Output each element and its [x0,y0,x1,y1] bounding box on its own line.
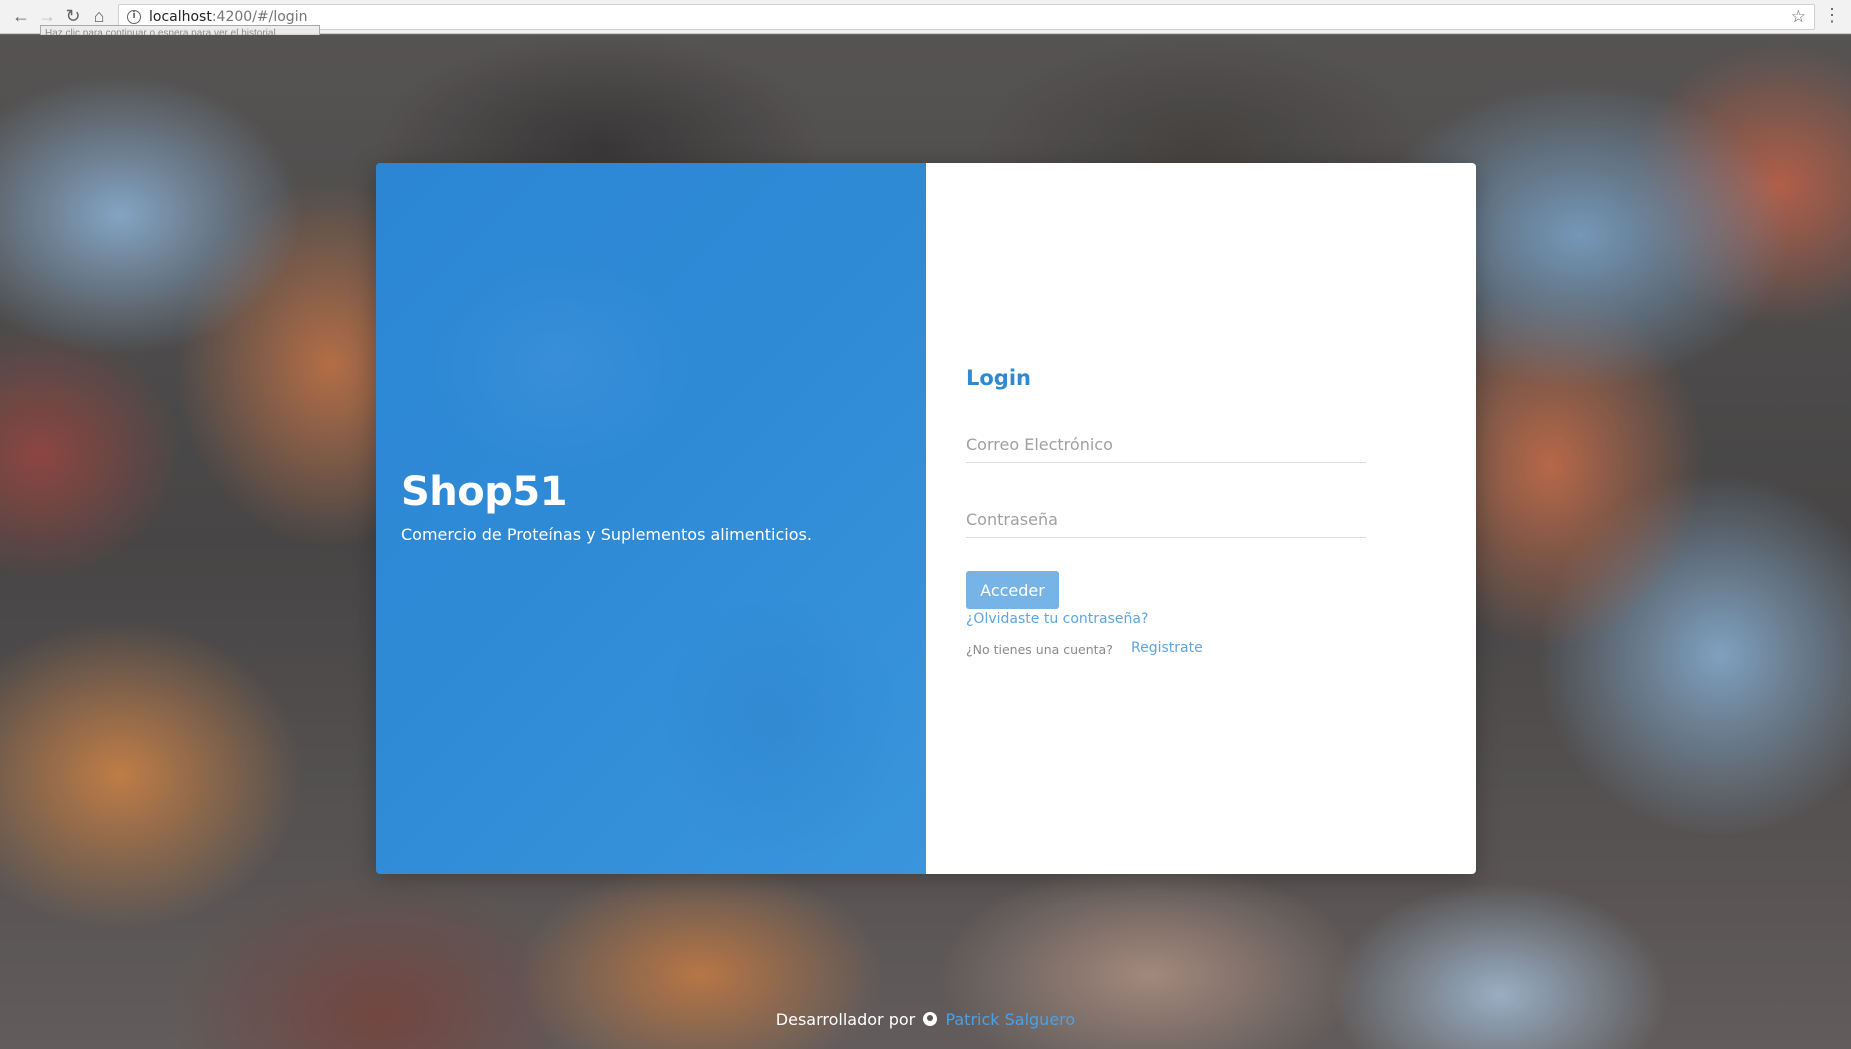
login-card: Shop51 Comercio de Proteínas y Suplement… [376,163,1476,874]
brand-panel: Shop51 Comercio de Proteínas y Suplement… [376,163,926,874]
password-field[interactable] [966,502,1366,538]
login-button[interactable]: Acceder [966,571,1059,609]
author-link[interactable]: Patrick Salguero [945,1010,1075,1029]
github-icon [923,1012,938,1026]
footer: Desarrollador por Patrick Salguero [0,1010,1851,1029]
address-bar[interactable]: i localhost:4200/#/login ☆ [118,4,1815,30]
forgot-password-link[interactable]: ¿Olvidaste tu contraseña? [966,611,1148,627]
login-title: Login [966,366,1031,390]
star-icon[interactable]: ☆ [1791,7,1806,27]
no-account-label: ¿No tienes una cuenta? [966,642,1113,657]
brand-tagline: Comercio de Proteínas y Suplementos alim… [401,525,812,544]
info-icon[interactable]: i [127,10,141,24]
register-link[interactable]: Registrate [1131,640,1203,656]
menu-icon[interactable]: ⋮ [1823,5,1841,25]
url-host: localhost [149,9,212,25]
email-field[interactable] [966,427,1366,463]
brand-title: Shop51 [401,469,568,515]
login-form: Login Acceder ¿Olvidaste tu contraseña? … [926,163,1476,874]
back-arrow-icon[interactable]: ← [8,4,34,30]
url-path: :4200/#/login [211,9,308,25]
footer-prefix: Desarrollador por [775,1010,916,1029]
